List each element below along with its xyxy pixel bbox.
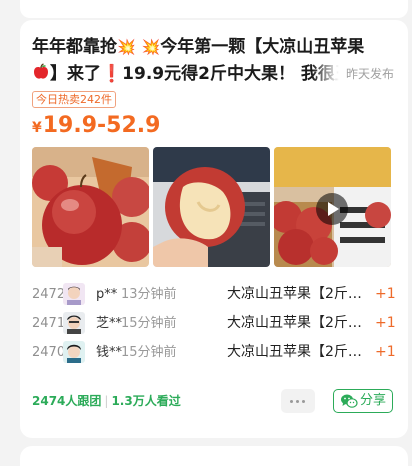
currency-symbol: ¥ — [32, 120, 42, 136]
more-button[interactable] — [281, 389, 315, 413]
views-count: 1.3万人看过 — [111, 394, 181, 408]
order-quantity: +1 — [375, 315, 396, 331]
order-time: 13分钟前 — [121, 287, 177, 302]
order-number: 2470 — [32, 345, 66, 360]
group-buy-card[interactable]: 年年都靠抢💥 💥今年第一颗【大凉山丑苹果】来了❗19.9元得2斤中大果！ 我很丑… — [20, 20, 408, 438]
product-photo-1[interactable] — [32, 147, 149, 267]
apple-icon — [32, 63, 50, 88]
burst-icon: 💥 — [117, 38, 136, 56]
posted-time: 昨天发布 — [312, 61, 408, 88]
avatar — [63, 312, 85, 334]
order-time: 15分钟前 — [121, 316, 177, 331]
order-time: 15分钟前 — [121, 345, 177, 360]
avatar — [63, 341, 85, 363]
divider: | — [104, 394, 109, 408]
order-row: 2472 p** 13分钟前 大凉山丑苹果【2斤… +1 — [32, 280, 402, 309]
recent-orders-list: 2472 p** 13分钟前 大凉山丑苹果【2斤… +1 2471 芝** 15… — [32, 280, 402, 367]
buyer-name: 钱** — [96, 345, 123, 360]
product-photo-2[interactable] — [153, 147, 270, 267]
play-icon[interactable] — [316, 193, 348, 225]
share-label: 分享 — [360, 393, 387, 408]
order-quantity: +1 — [375, 344, 396, 360]
order-number: 2471 — [32, 316, 66, 331]
previous-card-edge — [20, 0, 408, 18]
wechat-icon — [340, 393, 358, 417]
price-range: ¥19.9-52.9 — [32, 112, 160, 142]
product-photo-3[interactable] — [274, 147, 391, 267]
product-name: 大凉山丑苹果【2斤… — [227, 315, 362, 331]
more-dots-icon — [302, 400, 305, 403]
engagement-stats: 2474人跟团 | 1.3万人看过 — [32, 392, 181, 410]
title-text-3: 】来了 — [50, 64, 101, 84]
burst-icon: 💥 — [141, 38, 161, 56]
share-button[interactable]: 分享 — [333, 389, 393, 413]
title-text-1: 年年都靠抢 — [32, 37, 117, 57]
title-text-2: 今年第一颗【大凉山丑苹果 — [160, 37, 365, 57]
order-quantity: +1 — [375, 286, 396, 302]
order-number: 2472 — [32, 287, 66, 302]
order-row: 2470 钱** 15分钟前 大凉山丑苹果【2斤… +1 — [32, 338, 402, 367]
product-name: 大凉山丑苹果【2斤… — [227, 286, 362, 302]
more-dots-icon — [290, 400, 293, 403]
price-value: 19.9-52.9 — [42, 113, 161, 138]
buyer-name: p** — [96, 287, 118, 302]
avatar — [63, 283, 85, 305]
more-dots-icon — [296, 400, 299, 403]
buyer-name: 芝** — [96, 316, 123, 331]
next-card-edge — [20, 446, 408, 466]
order-row: 2471 芝** 15分钟前 大凉山丑苹果【2斤… +1 — [32, 309, 402, 338]
followers-count: 2474人跟团 — [32, 394, 102, 408]
exclamation-icon: ❗ — [101, 64, 123, 84]
product-name: 大凉山丑苹果【2斤… — [227, 344, 362, 360]
hot-sales-badge: 今日热卖242件 — [32, 91, 116, 108]
